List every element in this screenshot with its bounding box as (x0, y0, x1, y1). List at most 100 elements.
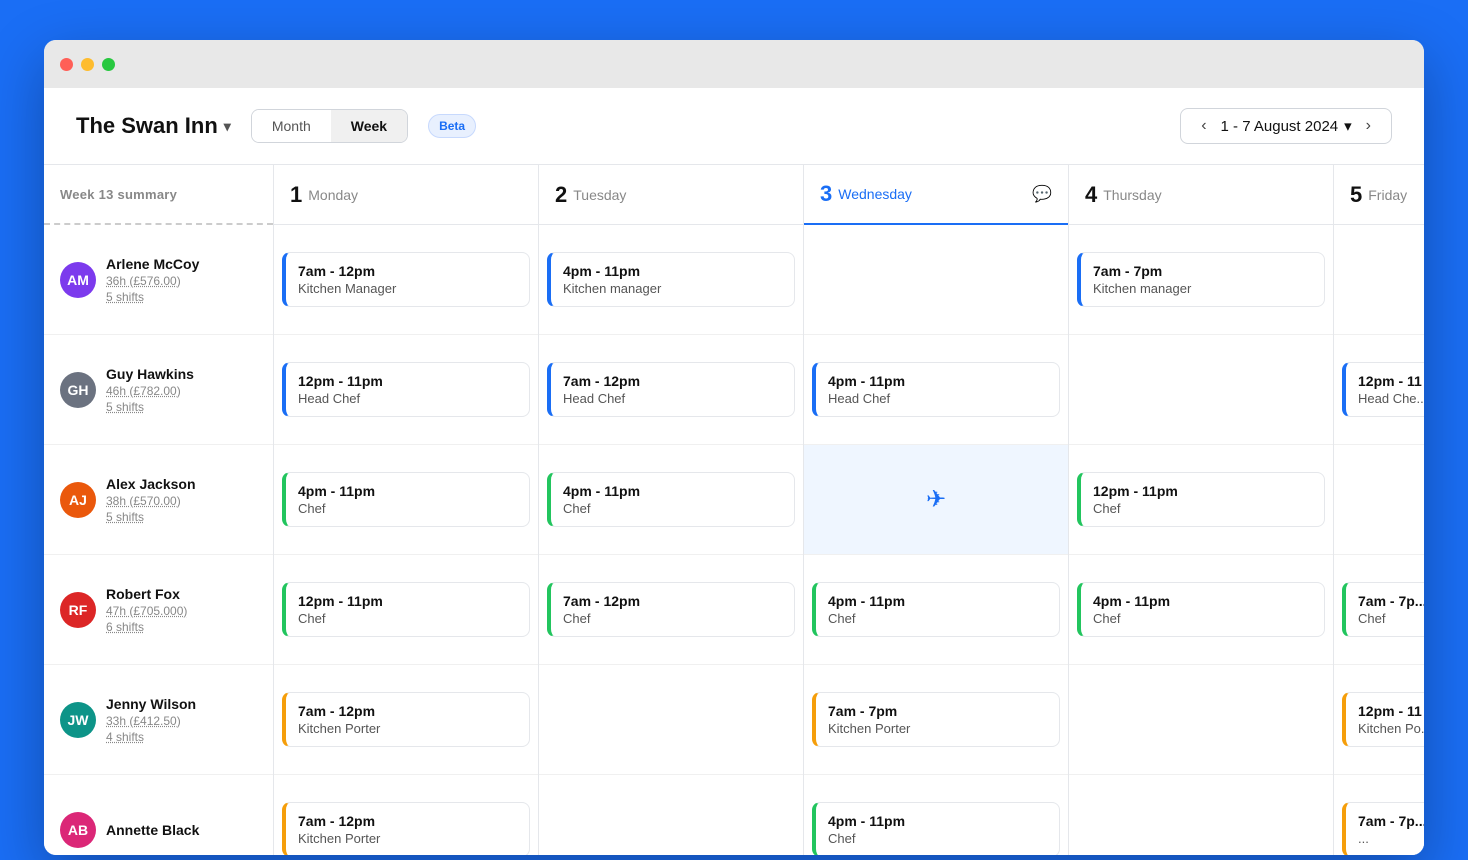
wednesday-jenny-cell: 7am - 7pm Kitchen Porter (804, 665, 1068, 775)
month-view-button[interactable]: Month (252, 110, 331, 142)
next-week-button[interactable]: › (1360, 115, 1377, 137)
shift-alex-monday[interactable]: 4pm - 11pm Chef (282, 472, 530, 527)
shift-role: Kitchen Porter (828, 721, 1047, 736)
date-navigator: ‹ 1 - 7 August 2024 ▾ › (1180, 108, 1392, 144)
emp-shifts-arlene: 5 shifts (106, 290, 199, 304)
shift-time: 4pm - 11pm (563, 483, 782, 499)
friday-name: Friday (1368, 187, 1407, 203)
shift-role: Chef (563, 501, 782, 516)
shift-jenny-friday[interactable]: 12pm - 11 Kitchen Po... (1342, 692, 1424, 747)
shift-alex-tuesday[interactable]: 4pm - 11pm Chef (547, 472, 795, 527)
travel-icon: ✈ (926, 485, 946, 514)
monday-name: Monday (308, 187, 358, 203)
shift-arlene-monday[interactable]: 7am - 12pm Kitchen Manager (282, 252, 530, 307)
date-chevron-icon: ▾ (1344, 117, 1352, 135)
shift-guy-friday[interactable]: 12pm - 11 Head Che... (1342, 362, 1424, 417)
traffic-light-green[interactable] (102, 58, 115, 71)
emp-shifts-robert: 6 shifts (106, 620, 187, 634)
shift-time: 7am - 12pm (298, 703, 517, 719)
prev-week-button[interactable]: ‹ (1195, 115, 1212, 137)
shift-annette-wednesday[interactable]: 4pm - 11pm Chef (812, 802, 1060, 855)
avatar-guy: GH (60, 372, 96, 408)
avatar-jenny: JW (60, 702, 96, 738)
thursday-guy-cell (1069, 335, 1333, 445)
wednesday-guy-cell: 4pm - 11pm Head Chef (804, 335, 1068, 445)
monday-annette-cell: 7am - 12pm Kitchen Porter (274, 775, 538, 855)
employee-summary-arlene: AM Arlene McCoy 36h (£576.00) 5 shifts (44, 225, 273, 335)
emp-hours-arlene: 36h (£576.00) (106, 274, 199, 288)
shift-time: 12pm - 11pm (298, 373, 517, 389)
shift-role: Chef (1358, 611, 1424, 626)
shift-time: 12pm - 11pm (1093, 483, 1312, 499)
shift-role: Kitchen Porter (298, 721, 517, 736)
wednesday-num: 3 (820, 181, 832, 207)
week-view-button[interactable]: Week (331, 110, 407, 142)
shift-robert-thursday[interactable]: 4pm - 11pm Chef (1077, 582, 1325, 637)
chat-icon[interactable]: 💬 (1032, 184, 1052, 204)
wednesday-arlene-cell (804, 225, 1068, 335)
shift-time: 12pm - 11 (1358, 703, 1424, 719)
friday-arlene-cell (1334, 225, 1424, 335)
shift-time: 4pm - 11pm (1093, 593, 1312, 609)
shift-time: 7am - 7p... (1358, 593, 1424, 609)
day-column-thursday: 4 Thursday 7am - 7pm Kitchen manager 12p… (1069, 165, 1334, 855)
shift-time: 7am - 12pm (563, 593, 782, 609)
emp-hours-robert: 47h (£705.000) (106, 604, 187, 618)
venue-title[interactable]: The Swan Inn ▾ (76, 113, 231, 139)
emp-name-arlene: Arlene McCoy (106, 256, 199, 272)
shift-role: Kitchen manager (1093, 281, 1312, 296)
shift-annette-monday[interactable]: 7am - 12pm Kitchen Porter (282, 802, 530, 855)
shift-arlene-thursday[interactable]: 7am - 7pm Kitchen manager (1077, 252, 1325, 307)
shift-time: 4pm - 11pm (828, 373, 1047, 389)
shift-role: Kitchen Manager (298, 281, 517, 296)
tuesday-annette-cell (539, 775, 803, 855)
shift-annette-friday[interactable]: 7am - 7p... ... (1342, 802, 1424, 855)
shift-role: Head Chef (563, 391, 782, 406)
shift-guy-monday[interactable]: 12pm - 11pm Head Chef (282, 362, 530, 417)
emp-info-jenny: Jenny Wilson 33h (£412.50) 4 shifts (106, 696, 196, 744)
monday-header: 1 Monday (274, 165, 538, 225)
app-content: The Swan Inn ▾ Month Week Beta ‹ 1 - 7 A… (44, 88, 1424, 855)
shift-time: 4pm - 11pm (828, 593, 1047, 609)
shift-role: Chef (828, 611, 1047, 626)
emp-name-robert: Robert Fox (106, 586, 187, 602)
thursday-name: Thursday (1103, 187, 1161, 203)
emp-info-robert: Robert Fox 47h (£705.000) 6 shifts (106, 586, 187, 634)
employee-summary-alex: AJ Alex Jackson 38h (£570.00) 5 shifts (44, 445, 273, 555)
monday-arlene-cell: 7am - 12pm Kitchen Manager (274, 225, 538, 335)
traffic-light-yellow[interactable] (81, 58, 94, 71)
shift-time: 7am - 7pm (828, 703, 1047, 719)
day-column-monday: 1 Monday 7am - 12pm Kitchen Manager 12pm… (274, 165, 539, 855)
shift-robert-wednesday[interactable]: 4pm - 11pm Chef (812, 582, 1060, 637)
tuesday-alex-cell: 4pm - 11pm Chef (539, 445, 803, 555)
shift-role: Chef (1093, 611, 1312, 626)
friday-header: 5 Friday (1334, 165, 1424, 225)
browser-window: The Swan Inn ▾ Month Week Beta ‹ 1 - 7 A… (44, 40, 1424, 855)
shift-alex-thursday[interactable]: 12pm - 11pm Chef (1077, 472, 1325, 527)
shift-arlene-tuesday[interactable]: 4pm - 11pm Kitchen manager (547, 252, 795, 307)
wednesday-annette-cell: 4pm - 11pm Chef (804, 775, 1068, 855)
shift-guy-wednesday[interactable]: 4pm - 11pm Head Chef (812, 362, 1060, 417)
shift-role: Chef (298, 501, 517, 516)
emp-hours-jenny: 33h (£412.50) (106, 714, 196, 728)
shift-jenny-wednesday[interactable]: 7am - 7pm Kitchen Porter (812, 692, 1060, 747)
shift-robert-tuesday[interactable]: 7am - 12pm Chef (547, 582, 795, 637)
shift-time: 4pm - 11pm (298, 483, 517, 499)
wednesday-robert-cell: 4pm - 11pm Chef (804, 555, 1068, 665)
thursday-alex-cell: 12pm - 11pm Chef (1069, 445, 1333, 555)
friday-alex-cell (1334, 445, 1424, 555)
emp-name-guy: Guy Hawkins (106, 366, 194, 382)
employee-summary-jenny: JW Jenny Wilson 33h (£412.50) 4 shifts (44, 665, 273, 775)
thursday-jenny-cell (1069, 665, 1333, 775)
shift-robert-monday[interactable]: 12pm - 11pm Chef (282, 582, 530, 637)
shift-time: 7am - 12pm (298, 813, 517, 829)
summary-column: Week 13 summary AM Arlene McCoy 36h (£57… (44, 165, 274, 855)
shift-jenny-monday[interactable]: 7am - 12pm Kitchen Porter (282, 692, 530, 747)
shift-robert-friday[interactable]: 7am - 7p... Chef (1342, 582, 1424, 637)
shift-role: Kitchen Po... (1358, 721, 1424, 736)
shift-guy-tuesday[interactable]: 7am - 12pm Head Chef (547, 362, 795, 417)
wednesday-name: Wednesday (838, 186, 912, 202)
day-column-tuesday: 2 Tuesday 4pm - 11pm Kitchen manager 7am… (539, 165, 804, 855)
employee-summary-robert: RF Robert Fox 47h (£705.000) 6 shifts (44, 555, 273, 665)
traffic-light-red[interactable] (60, 58, 73, 71)
